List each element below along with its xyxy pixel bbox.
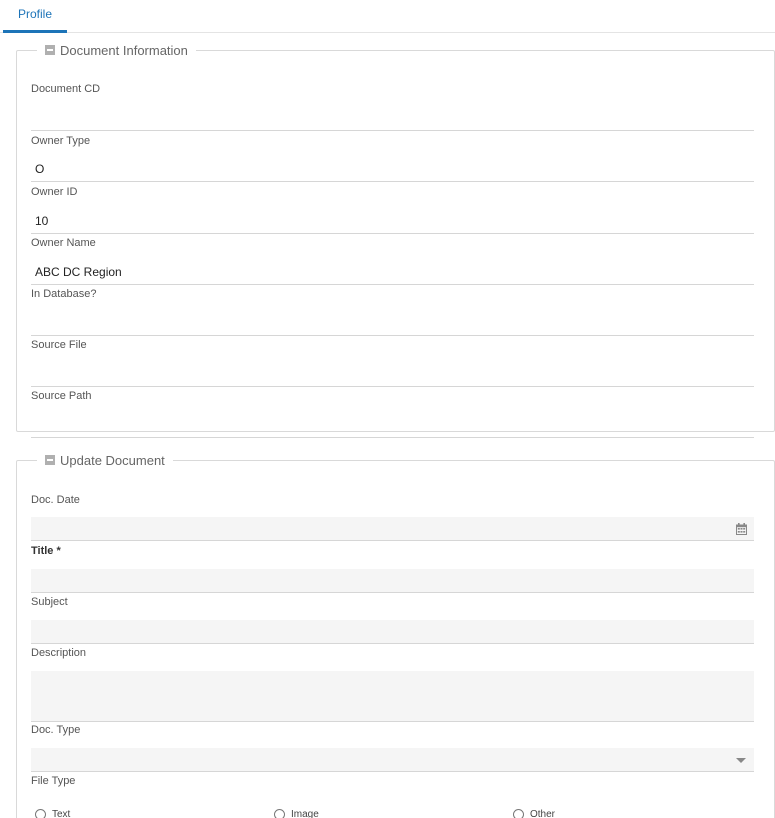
collapse-icon[interactable]: [45, 455, 55, 465]
owner-name-field: Owner Name ABC DC Region: [31, 236, 754, 285]
tab-bar: Profile: [0, 0, 775, 33]
title-input[interactable]: [31, 569, 754, 593]
radio-label: Other: [530, 809, 556, 818]
doc-date-field: Doc. Date: [31, 493, 754, 541]
in-database-field: In Database?: [31, 287, 754, 336]
update-document-section: Update Document Doc. Date Title * Subjec…: [16, 451, 775, 818]
field-label: Doc. Type: [31, 724, 81, 736]
subject-field: Subject: [31, 595, 754, 644]
owner-name-value: ABC DC Region: [31, 259, 754, 285]
field-label: Title *: [31, 545, 61, 557]
title-field: Title *: [31, 544, 754, 593]
field-label: Document CD: [31, 83, 101, 95]
doc-date-input[interactable]: [31, 517, 754, 541]
owner-type-value: O: [31, 156, 754, 182]
radio-label: Text: [52, 809, 71, 818]
description-textarea[interactable]: [31, 671, 754, 722]
section-title: Update Document: [60, 452, 165, 468]
doc-date-wrapper: [31, 517, 754, 541]
in-database-value: [31, 310, 754, 336]
file-type-radio-group: Text Image Other: [35, 809, 758, 818]
document-information-section: Document Information Document CD Owner T…: [16, 41, 775, 438]
source-path-value: [31, 412, 754, 438]
section-legend: Document Information: [37, 41, 196, 59]
doc-type-value: [31, 748, 754, 772]
document-cd-value: [31, 105, 754, 131]
radio-button[interactable]: [35, 809, 46, 818]
file-type-field: File Type: [31, 774, 754, 788]
owner-id-field: Owner ID 10: [31, 185, 754, 234]
radio-button[interactable]: [513, 809, 524, 818]
radio-option-text[interactable]: Text: [35, 809, 70, 818]
field-label: In Database?: [31, 288, 97, 300]
doc-type-select[interactable]: [31, 748, 754, 772]
radio-label: Image: [291, 809, 319, 818]
description-field: Description: [31, 646, 754, 722]
field-label: Subject: [31, 596, 68, 608]
field-label: Owner Name: [31, 237, 96, 249]
section-legend: Update Document: [37, 451, 173, 469]
section-title: Document Information: [60, 42, 188, 58]
radio-button[interactable]: [274, 809, 285, 818]
source-path-field: Source Path: [31, 389, 754, 438]
document-cd-field: Document CD: [31, 82, 754, 131]
field-label: Owner Type: [31, 135, 91, 147]
field-label: Owner ID: [31, 186, 78, 198]
owner-id-value: 10: [31, 208, 754, 234]
subject-input[interactable]: [31, 620, 754, 644]
source-file-field: Source File: [31, 338, 754, 387]
field-label: Source File: [31, 339, 87, 351]
field-label: Description: [31, 647, 87, 659]
field-label: File Type: [31, 775, 76, 787]
radio-option-other[interactable]: Other: [513, 809, 555, 818]
radio-option-image[interactable]: Image: [274, 809, 319, 818]
source-file-value: [31, 361, 754, 387]
caret-down-icon[interactable]: [736, 758, 746, 763]
field-label: Doc. Date: [31, 494, 80, 506]
doc-type-field: Doc. Type: [31, 723, 754, 772]
field-label: Source Path: [31, 390, 92, 402]
calendar-icon[interactable]: [736, 523, 747, 535]
tab-profile[interactable]: Profile: [3, 0, 67, 33]
owner-type-field: Owner Type O: [31, 134, 754, 182]
collapse-icon[interactable]: [45, 45, 55, 55]
